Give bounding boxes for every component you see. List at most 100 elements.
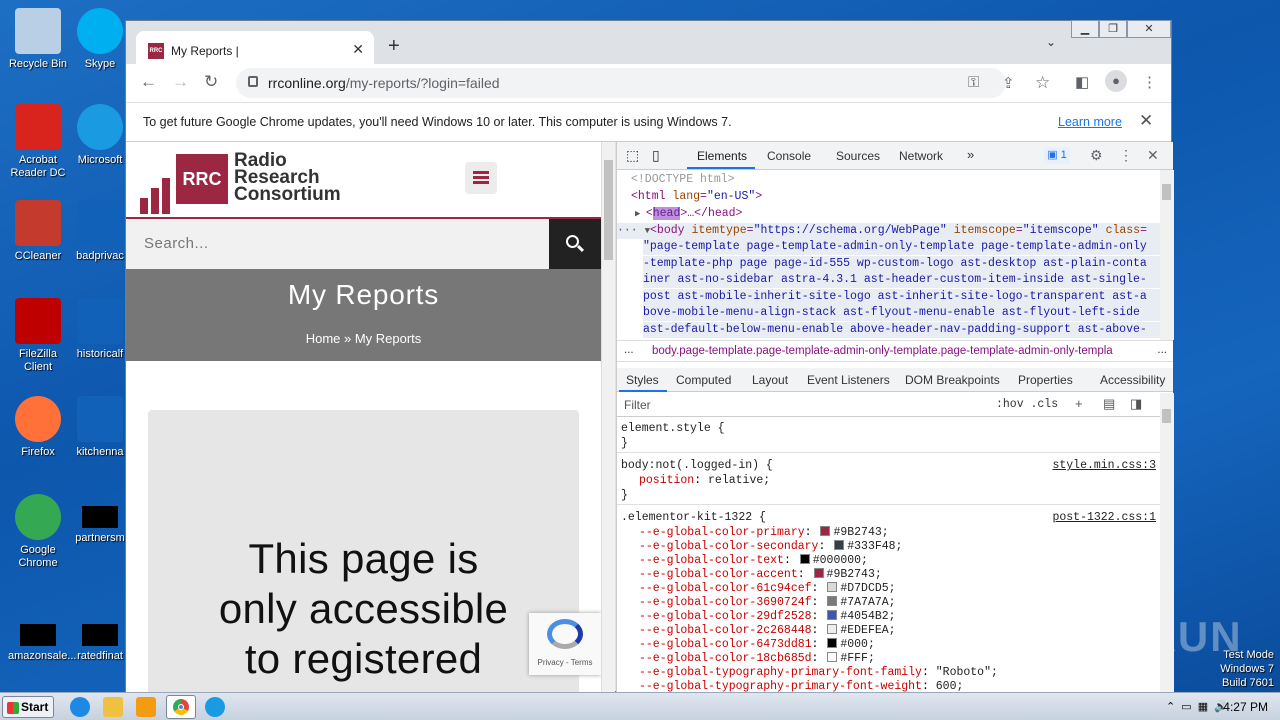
new-tab-button[interactable]: + — [388, 35, 400, 58]
css-variable[interactable]: --e-global-color-29df2528: #4054B2; — [639, 610, 896, 625]
share-icon[interactable]: ⇪ — [1002, 74, 1015, 92]
color-swatch[interactable] — [834, 540, 845, 550]
dom-attr-line[interactable]: ast-default-below-menu-enable above-head… — [643, 322, 1160, 339]
settings-gear-icon[interactable]: ⚙ — [1090, 147, 1103, 164]
tab-console[interactable]: Console — [767, 149, 811, 163]
desktop-shortcut[interactable]: FileZilla Client — [8, 298, 68, 374]
dom-node[interactable]: ▶ <head>…</head> — [635, 206, 742, 222]
bookmark-star-icon[interactable]: ☆ — [1035, 73, 1050, 93]
element-state-icon[interactable]: ▤ — [1103, 396, 1115, 412]
css-variable[interactable]: --e-global-color-text: #000000; — [639, 554, 868, 569]
desktop-shortcut[interactable]: CCleaner — [8, 200, 68, 263]
maximize-button[interactable]: ❐ — [1099, 20, 1127, 38]
dom-tree[interactable]: <!DOCTYPE html> <html lang="en-US"> ▶ <h… — [617, 170, 1160, 340]
add-rule-icon[interactable]: + — [1075, 396, 1083, 411]
rule-selector[interactable]: .elementor-kit-1322 { — [621, 511, 766, 526]
css-variable[interactable]: --e-global-color-primary: #9B2743; — [639, 526, 889, 541]
start-button[interactable]: Start — [2, 696, 54, 718]
tab-elements[interactable]: Elements — [697, 149, 747, 163]
minimize-button[interactable]: ▁ — [1071, 20, 1099, 38]
desktop-shortcut[interactable]: historicalf — [70, 298, 130, 361]
clock[interactable]: 4:27 PM — [1223, 700, 1268, 714]
crumb-scroll-right[interactable]: ... — [1157, 344, 1167, 356]
issues-badge[interactable]: ▣ 1 — [1044, 147, 1070, 164]
tab-network[interactable]: Network — [899, 149, 943, 163]
menu-kebab-icon[interactable]: ⋮ — [1142, 73, 1157, 91]
dom-attr-line[interactable]: post ast-mobile-inherit-site-logo ast-in… — [643, 289, 1160, 306]
hamburger-menu-button[interactable] — [465, 162, 497, 194]
profile-avatar-icon[interactable]: ● — [1105, 70, 1127, 92]
tab-dom-breakpoints[interactable]: DOM Breakpoints — [905, 373, 1000, 387]
css-variable[interactable]: --e-global-color-6473dd81: #000; — [639, 638, 875, 653]
close-window-button[interactable]: ✕ — [1127, 20, 1171, 38]
desktop-shortcut[interactable]: ratedfinat — [70, 612, 130, 663]
key-icon[interactable]: ⚿ — [968, 74, 979, 91]
tab-layout[interactable]: Layout — [752, 373, 788, 387]
desktop-shortcut[interactable]: kitchenna — [70, 396, 130, 459]
system-tray[interactable]: ⌃ ▭ ▦ 🔊 — [1166, 700, 1228, 713]
color-swatch[interactable] — [827, 610, 838, 620]
media-player-taskbar-icon[interactable] — [136, 697, 156, 717]
learn-more-link[interactable]: Learn more — [1058, 115, 1122, 129]
dom-node-selected[interactable]: ··· ▼<body itemtype="https://schema.org/… — [617, 223, 1160, 240]
css-variable[interactable]: --e-global-color-3690724f: #7A7A7A; — [639, 596, 896, 611]
css-variable[interactable]: --e-global-color-61c94cef: #D7DCD5; — [639, 582, 896, 597]
dom-attr-line[interactable]: iner ast-no-sidebar astra-4.3.1 ast-head… — [643, 272, 1160, 289]
tab-styles[interactable]: Styles — [626, 373, 659, 387]
address-bar[interactable]: rrconline.org/my-reports/?login=failed ⚿ — [236, 68, 1006, 98]
inspect-element-icon[interactable]: ⬚ — [626, 147, 639, 164]
desktop-shortcut[interactable]: Firefox — [8, 396, 68, 459]
styles-scrollbar[interactable] — [1160, 393, 1174, 693]
rule-selector[interactable]: body:not(.logged-in) { — [621, 459, 773, 474]
color-swatch[interactable] — [827, 624, 838, 634]
forward-arrow-icon[interactable]: → — [172, 72, 189, 92]
recaptcha-badge[interactable]: Privacy - Terms — [529, 613, 601, 675]
tab-search-button[interactable]: ⌄ — [1046, 35, 1056, 49]
back-arrow-icon[interactable]: ← — [140, 72, 157, 92]
rule-source-link[interactable]: style.min.css:3 — [1052, 459, 1156, 474]
url-text[interactable]: rrconline.org/my-reports/?login=failed — [268, 75, 500, 91]
color-swatch[interactable] — [813, 568, 824, 578]
side-panel-icon[interactable]: ◧ — [1075, 73, 1089, 91]
css-variable[interactable]: --e-global-color-18cb685d: #FFF; — [639, 652, 875, 667]
hov-cls-toggle[interactable]: :hov .cls — [996, 398, 1058, 411]
styles-pane[interactable]: element.style { } body:not(.logged-in) {… — [617, 417, 1160, 693]
css-variable[interactable]: --e-global-color-2c268448: #EDEFEA; — [639, 624, 896, 639]
reload-icon[interactable]: ↻ — [204, 72, 218, 92]
desktop-shortcut[interactable]: badprivac — [70, 200, 130, 263]
lock-icon[interactable] — [248, 76, 258, 87]
desktop-shortcut[interactable]: partnersm — [70, 494, 130, 545]
more-tabs-icon[interactable]: » — [967, 147, 974, 162]
color-swatch[interactable] — [827, 652, 838, 662]
dom-scrollbar[interactable] — [1160, 170, 1174, 340]
dom-attr-line[interactable]: "page-template page-template-admin-only-… — [643, 239, 1160, 256]
desktop-shortcut[interactable]: amazonsale... — [8, 612, 76, 663]
page-scrollbar[interactable] — [601, 142, 615, 693]
breadcrumb[interactable]: Home » My Reports — [126, 331, 601, 346]
desktop-shortcut[interactable]: Google Chrome — [8, 494, 68, 570]
devtools-menu-icon[interactable]: ⋮ — [1119, 147, 1133, 164]
desktop-shortcut[interactable]: Skype — [70, 8, 130, 71]
ie-taskbar-icon[interactable] — [70, 697, 90, 717]
close-devtools-icon[interactable]: ✕ — [1147, 147, 1159, 164]
color-swatch[interactable] — [827, 638, 838, 648]
recaptcha-links[interactable]: Privacy - Terms — [529, 658, 601, 667]
chrome-taskbar-icon[interactable] — [166, 695, 196, 719]
desktop-shortcut[interactable]: Microsoft — [70, 104, 130, 167]
explorer-taskbar-icon[interactable] — [103, 697, 123, 717]
tab-properties[interactable]: Properties — [1018, 373, 1073, 387]
close-tab-icon[interactable]: ✕ — [352, 41, 364, 58]
css-variable[interactable]: --e-global-color-secondary: #333F48; — [639, 540, 902, 555]
desktop-shortcut[interactable]: Acrobat Reader DC — [8, 104, 68, 180]
tab-accessibility[interactable]: Accessibility — [1100, 373, 1165, 387]
tab-computed[interactable]: Computed — [676, 373, 731, 387]
color-swatch[interactable] — [799, 554, 810, 564]
style-property[interactable]: position: relative; — [639, 474, 770, 489]
close-infobar-icon[interactable]: ✕ — [1139, 111, 1153, 131]
crumb-scroll-left[interactable]: ... — [624, 344, 634, 356]
color-swatch[interactable] — [820, 526, 831, 536]
css-variable[interactable]: --e-global-typography-primary-font-famil… — [639, 666, 998, 681]
tab-sources[interactable]: Sources — [836, 149, 880, 163]
desktop-shortcut[interactable]: Recycle Bin — [8, 8, 68, 71]
dom-node[interactable]: <!DOCTYPE html> — [631, 172, 735, 188]
